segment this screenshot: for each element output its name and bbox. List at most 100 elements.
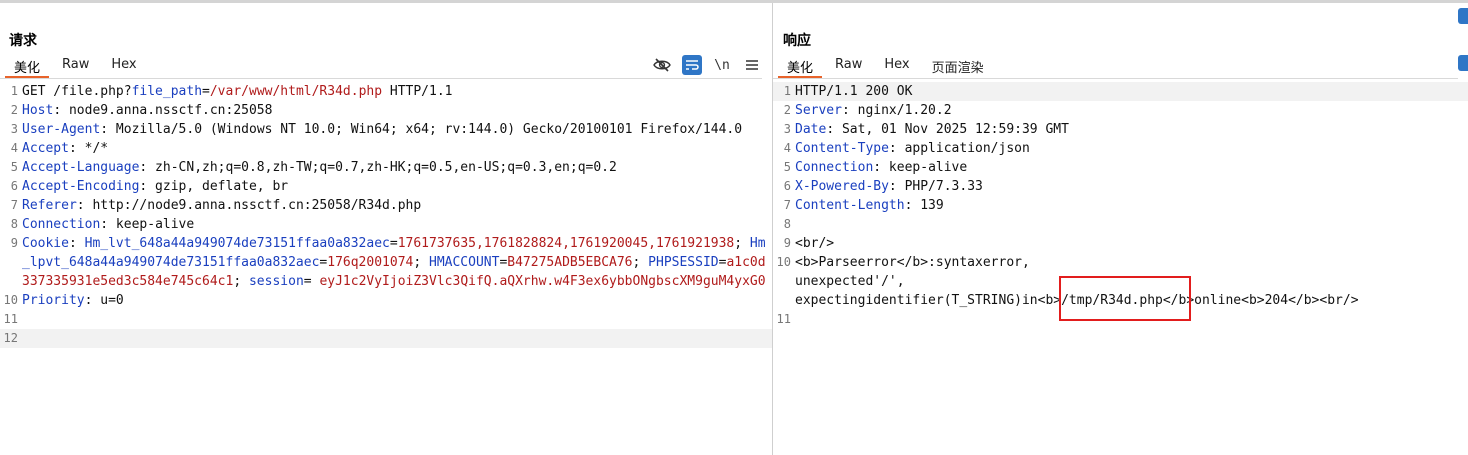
wrap-lines-icon[interactable]: [682, 55, 702, 75]
text-segment: =: [202, 84, 210, 99]
response-line: 3 Date: Sat, 01 Nov 2025 12:59:39 GMT: [773, 120, 1468, 139]
response-wrap-lines-icon[interactable]: [1458, 55, 1468, 71]
line-number: 11: [3, 312, 18, 326]
param-value: eyJ1c2VyIjoiZ3Vlc3QifQ.aQXrhw.w4F3ex6ybb…: [319, 274, 766, 289]
text-segment: : Mozilla/5.0 (Windows NT 10.0; Win64; x…: [100, 122, 743, 137]
request-tab-hex[interactable]: Hex: [100, 53, 147, 77]
response-tab-hex[interactable]: Hex: [873, 53, 920, 77]
response-line: 11: [773, 310, 1468, 329]
line-content: <b>Parseerror</b>:syntaxerror, unexpecte…: [795, 253, 1468, 310]
request-tab-pretty[interactable]: 美化: [3, 53, 51, 78]
header-name: User-Agent: [22, 122, 101, 137]
text-segment: : nginx/1.20.2: [841, 103, 952, 118]
line-content: Cookie: Hm_lvt_648a44a949074de73151ffaa0…: [22, 234, 772, 291]
request-line: 7 Referer: http://node9.anna.nssctf.cn:25…: [0, 196, 772, 215]
header-name: Priority: [22, 293, 85, 308]
line-number: 3: [10, 122, 18, 136]
text-segment: ;: [734, 236, 750, 251]
response-tabs-divider: [773, 78, 1458, 79]
line-number: 7: [10, 198, 18, 212]
text-segment: : zh-CN,zh;q=0.8,zh-TW;q=0.7,zh-HK;q=0.5…: [139, 160, 617, 175]
line-number: 2: [783, 103, 791, 117]
text-segment: =: [303, 274, 320, 289]
line-number: 10: [3, 293, 18, 307]
request-editor[interactable]: 1 GET /file.php?file_path=/var/www/html/R…: [0, 82, 772, 348]
request-line: 4 Accept: */*: [0, 139, 772, 158]
text-segment: : keep-alive: [100, 217, 195, 232]
line-number: 5: [783, 160, 791, 174]
header-name: Hm_lvt_648a44a949074de73151ffaa0a832aec: [84, 236, 390, 251]
header-name: Accept-Language: [22, 160, 140, 175]
header-name: Accept-Encoding: [22, 179, 140, 194]
line-number: 6: [783, 179, 791, 193]
response-title: 响应: [783, 33, 811, 49]
response-line: 6 X-Powered-By: PHP/7.3.33: [773, 177, 1468, 196]
line-content: <br/>: [795, 234, 1468, 253]
text-segment: <b>Parseerror</b>:syntaxerror, unexpecte…: [795, 255, 1359, 308]
text-segment: ;: [413, 255, 429, 270]
line-content: User-Agent: Mozilla/5.0 (Windows NT 10.0…: [22, 120, 772, 139]
text-segment: : Sat, 01 Nov 2025 12:59:39 GMT: [826, 122, 1069, 137]
text-segment: HTTP/1.1: [382, 84, 453, 99]
header-name: Date: [795, 122, 827, 137]
line-content: Accept-Language: zh-CN,zh;q=0.8,zh-TW;q=…: [22, 158, 772, 177]
text-segment: HTTP/1.1 200 OK: [795, 84, 913, 99]
top-right-toggle-icon[interactable]: [1458, 8, 1468, 24]
header-name: Content-Length: [795, 198, 905, 213]
response-line: 2 Server: nginx/1.20.2: [773, 101, 1468, 120]
text-segment: : u=0: [84, 293, 124, 308]
request-line: 1 GET /file.php?file_path=/var/www/html/R…: [0, 82, 772, 101]
line-content: [22, 329, 772, 348]
line-number: 4: [10, 141, 18, 155]
request-line: 6 Accept-Encoding: gzip, deflate, br: [0, 177, 772, 196]
request-tabs: 美化 Raw Hex: [3, 53, 148, 78]
header-name: Host: [22, 103, 54, 118]
line-number: 6: [10, 179, 18, 193]
text-segment: ;: [233, 274, 249, 289]
text-segment: : gzip, deflate, br: [139, 179, 289, 194]
line-content: Connection: keep-alive: [795, 158, 1468, 177]
request-line: 9 Cookie: Hm_lvt_648a44a949074de73151ffaa…: [0, 234, 772, 291]
header-name: X-Powered-By: [795, 179, 889, 194]
text-segment: : http://node9.anna.nssctf.cn:25058/R34d…: [76, 198, 422, 213]
param-value: B47275ADB5EBCA76: [507, 255, 633, 270]
line-content: [795, 215, 1468, 234]
line-content: Server: nginx/1.20.2: [795, 101, 1468, 120]
param-value: 1761737635,1761828824,1761920045,1761921…: [397, 236, 735, 251]
header-name: PHPSESSID: [648, 255, 719, 270]
response-line: 7 Content-Length: 139: [773, 196, 1468, 215]
text-segment: : node9.anna.nssctf.cn:25058: [53, 103, 273, 118]
line-content: Content-Type: application/json: [795, 139, 1468, 158]
text-segment: :: [68, 236, 85, 251]
request-title: 请求: [9, 33, 37, 49]
request-line: 2 Host: node9.anna.nssctf.cn:25058: [0, 101, 772, 120]
request-line: 3 User-Agent: Mozilla/5.0 (Windows NT 10.…: [0, 120, 772, 139]
text-segment: : keep-alive: [873, 160, 968, 175]
request-tabs-divider: [0, 78, 762, 79]
line-content: GET /file.php?file_path=/var/www/html/R3…: [22, 82, 772, 101]
response-line: 8: [773, 215, 1468, 234]
response-editor[interactable]: 1 HTTP/1.1 200 OK 2 Server: nginx/1.20.2 3 Da…: [773, 82, 1468, 329]
line-number: 9: [783, 236, 791, 250]
line-content: HTTP/1.1 200 OK: [795, 82, 1468, 101]
request-toolbar: \n: [652, 55, 762, 75]
line-number: 12: [3, 331, 18, 345]
request-pane: 请求 美化 Raw Hex \n 1 GET /file.php?file_pat…: [0, 3, 772, 455]
response-line: 5 Connection: keep-alive: [773, 158, 1468, 177]
response-tabs: 美化 Raw Hex 页面渲染: [776, 53, 995, 78]
response-tab-pretty[interactable]: 美化: [776, 53, 824, 78]
hamburger-menu-icon[interactable]: [742, 55, 762, 75]
eye-slash-icon[interactable]: [652, 55, 672, 75]
text-segment: : PHP/7.3.33: [888, 179, 983, 194]
line-number: 8: [783, 217, 791, 231]
param-value: 176q2001074: [327, 255, 414, 270]
response-tab-render[interactable]: 页面渲染: [921, 53, 995, 77]
text-segment: =: [389, 236, 398, 251]
line-content: [795, 310, 1468, 329]
header-name: Content-Type: [795, 141, 889, 156]
newline-toggle-button[interactable]: \n: [712, 55, 732, 75]
line-content: Accept-Encoding: gzip, deflate, br: [22, 177, 772, 196]
response-tab-raw[interactable]: Raw: [824, 53, 873, 77]
header-name: file_path: [131, 84, 203, 99]
request-tab-raw[interactable]: Raw: [51, 53, 100, 77]
